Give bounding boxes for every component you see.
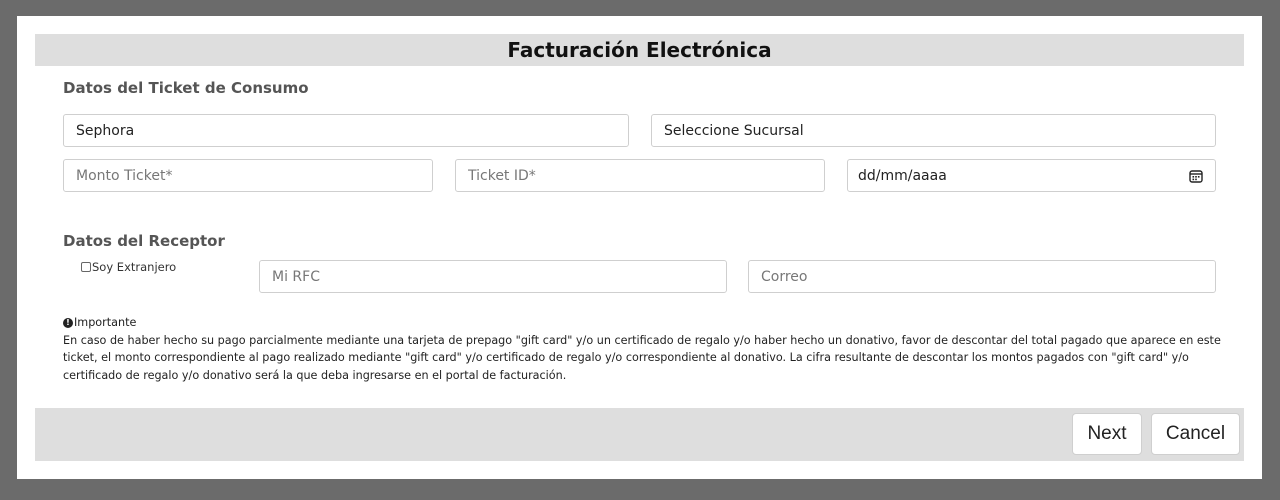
calendar-icon[interactable] bbox=[1189, 169, 1203, 183]
modal-title: Facturación Electrónica bbox=[507, 38, 772, 62]
foreign-checkbox-label: Soy Extranjero bbox=[92, 260, 177, 274]
notice-header: ! Importante bbox=[63, 314, 1223, 332]
important-notice: ! Importante En caso de haber hecho su p… bbox=[63, 314, 1223, 384]
date-value: dd/mm/aaaa bbox=[858, 167, 947, 184]
receptor-section-title: Datos del Receptor bbox=[63, 232, 225, 250]
branch-select-value: Seleccione Sucursal bbox=[664, 122, 804, 139]
email-field[interactable] bbox=[748, 260, 1216, 293]
notice-title: Importante bbox=[74, 316, 137, 329]
invoice-modal: Facturación Electrónica Datos del Ticket… bbox=[17, 16, 1262, 479]
rfc-input[interactable] bbox=[272, 261, 714, 292]
email-input[interactable] bbox=[761, 261, 1203, 292]
ticket-id-field[interactable] bbox=[455, 159, 825, 192]
date-field[interactable]: dd/mm/aaaa bbox=[847, 159, 1216, 192]
amount-field[interactable] bbox=[63, 159, 433, 192]
ticket-section-title: Datos del Ticket de Consumo bbox=[63, 79, 309, 97]
next-button[interactable]: Next bbox=[1072, 413, 1142, 455]
foreign-checkbox[interactable] bbox=[81, 262, 91, 272]
modal-footer: Next Cancel bbox=[35, 408, 1244, 461]
branch-select[interactable]: Seleccione Sucursal bbox=[651, 114, 1216, 147]
store-select-value: Sephora bbox=[76, 122, 135, 139]
foreign-checkbox-row[interactable]: Soy Extranjero bbox=[81, 260, 176, 274]
rfc-field[interactable] bbox=[259, 260, 727, 293]
modal-title-bar: Facturación Electrónica bbox=[35, 34, 1244, 66]
cancel-button[interactable]: Cancel bbox=[1151, 413, 1240, 455]
amount-input[interactable] bbox=[76, 160, 420, 191]
store-select[interactable]: Sephora bbox=[63, 114, 629, 147]
ticket-id-input[interactable] bbox=[468, 160, 812, 191]
notice-text: En caso de haber hecho su pago parcialme… bbox=[63, 333, 1221, 382]
info-icon: ! bbox=[63, 317, 73, 328]
